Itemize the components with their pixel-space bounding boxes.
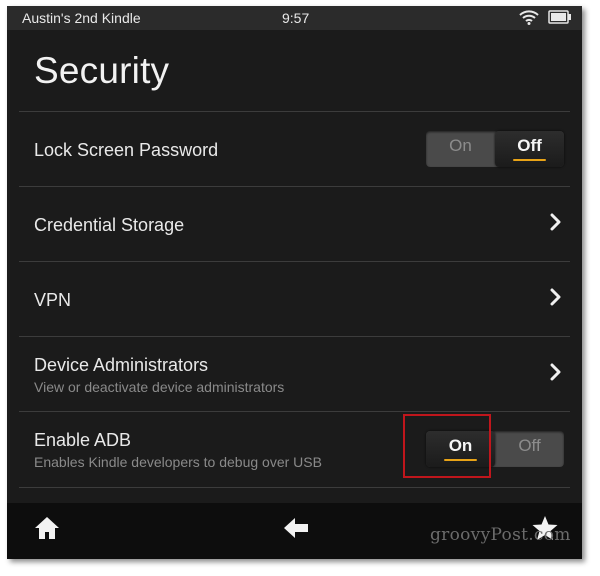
setting-row-credential-storage[interactable]: Credential Storage [19, 186, 570, 262]
page-title: Security [34, 50, 170, 91]
setting-description: Enables Kindle developers to debug over … [34, 454, 322, 470]
lock-screen-password-toggle[interactable]: On Off [426, 131, 564, 167]
kindle-screen: Austin's 2nd Kindle 9:57 Security Lock S… [7, 6, 582, 559]
setting-label: Device Administrators [34, 355, 209, 375]
battery-icon [548, 10, 572, 27]
chevron-right-icon [550, 288, 562, 311]
setting-row-device-administrators[interactable]: Device Administrators View or deactivate… [19, 336, 570, 412]
enable-adb-toggle[interactable]: On Off [426, 431, 564, 467]
toggle-on-option[interactable]: On [426, 131, 495, 167]
setting-label: Lock Screen Password [34, 140, 219, 160]
setting-row-vpn[interactable]: VPN [19, 261, 570, 337]
status-bar: Austin's 2nd Kindle 9:57 [7, 6, 582, 30]
toggle-off-option[interactable]: Off [495, 431, 564, 467]
setting-label: Credential Storage [34, 215, 185, 235]
setting-row-enable-adb: Enable ADB Enables Kindle developers to … [19, 411, 570, 488]
status-icons [519, 9, 572, 28]
setting-label: VPN [34, 290, 72, 310]
chevron-right-icon [550, 213, 562, 236]
setting-row-lock-screen-password: Lock Screen Password On Off [19, 111, 570, 187]
wifi-icon [519, 9, 539, 28]
device-name: Austin's 2nd Kindle [22, 10, 141, 26]
status-time: 9:57 [282, 10, 310, 26]
chevron-right-icon [550, 363, 562, 386]
watermark: groovyPost.com [430, 525, 571, 545]
toggle-off-option[interactable]: Off [495, 131, 564, 167]
setting-label: Enable ADB [34, 430, 132, 450]
setting-description: View or deactivate device administrators [34, 379, 285, 395]
home-icon[interactable] [33, 515, 61, 546]
toggle-on-option[interactable]: On [426, 431, 495, 467]
back-arrow-icon[interactable] [282, 515, 310, 546]
